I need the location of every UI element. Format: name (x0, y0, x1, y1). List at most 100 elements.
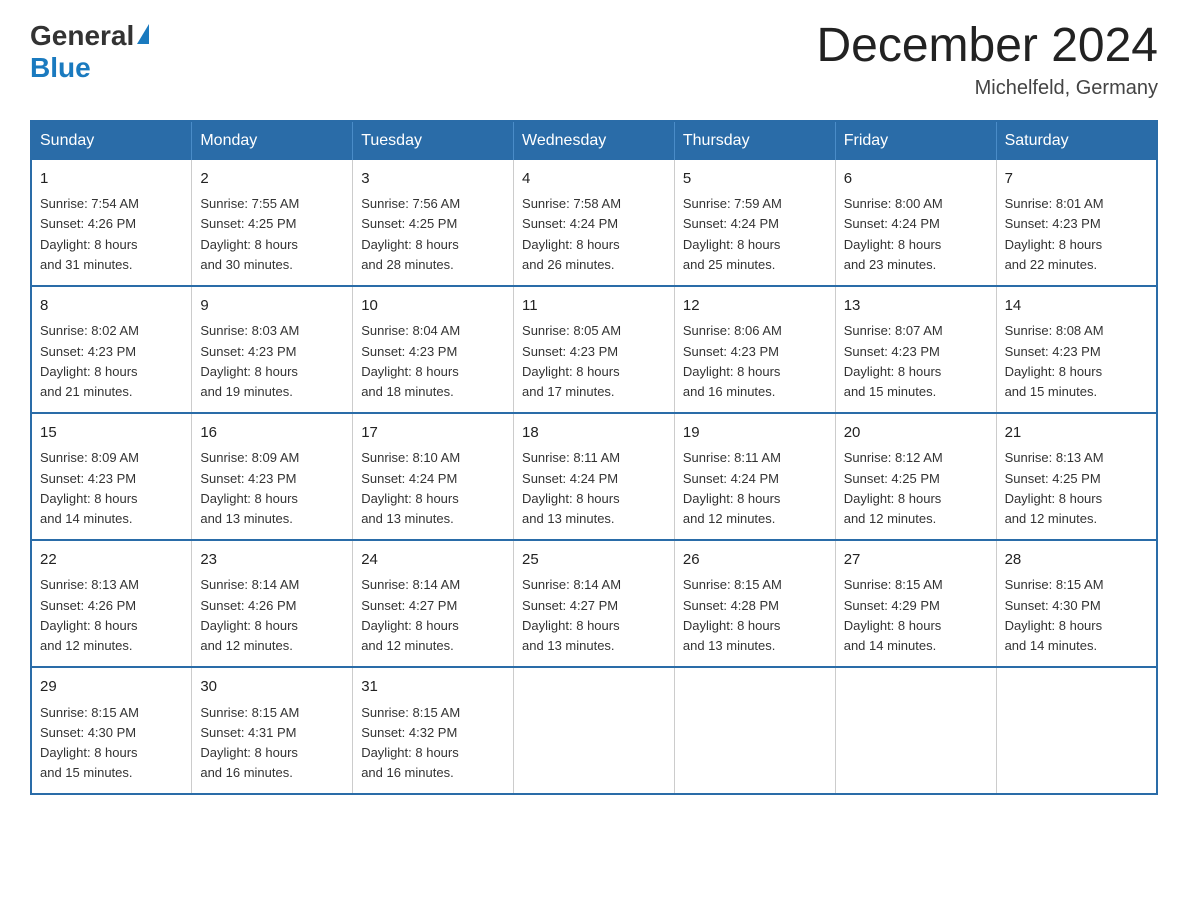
calendar-cell: 30 Sunrise: 8:15 AMSunset: 4:31 PMDaylig… (192, 667, 353, 794)
day-number: 7 (1005, 168, 1148, 191)
day-info: Sunrise: 8:15 AMSunset: 4:32 PMDaylight:… (361, 705, 460, 780)
day-info: Sunrise: 8:02 AMSunset: 4:23 PMDaylight:… (40, 323, 139, 398)
calendar-cell: 16 Sunrise: 8:09 AMSunset: 4:23 PMDaylig… (192, 413, 353, 540)
day-number: 24 (361, 549, 505, 572)
logo-general-text: General (30, 20, 134, 52)
logo: General Blue (30, 20, 149, 84)
title-area: December 2024 Michelfeld, Germany (816, 20, 1158, 100)
logo-triangle-icon (137, 24, 149, 44)
calendar-cell: 23 Sunrise: 8:14 AMSunset: 4:26 PMDaylig… (192, 540, 353, 667)
day-info: Sunrise: 8:10 AMSunset: 4:24 PMDaylight:… (361, 450, 460, 525)
day-info: Sunrise: 8:15 AMSunset: 4:30 PMDaylight:… (1005, 577, 1104, 652)
header-wednesday: Wednesday (514, 121, 675, 160)
day-number: 21 (1005, 422, 1148, 445)
calendar-week-row: 15 Sunrise: 8:09 AMSunset: 4:23 PMDaylig… (31, 413, 1157, 540)
day-number: 17 (361, 422, 505, 445)
calendar-week-row: 1 Sunrise: 7:54 AMSunset: 4:26 PMDayligh… (31, 160, 1157, 286)
page-title: December 2024 (816, 20, 1158, 73)
calendar-cell: 24 Sunrise: 8:14 AMSunset: 4:27 PMDaylig… (353, 540, 514, 667)
day-info: Sunrise: 8:09 AMSunset: 4:23 PMDaylight:… (200, 450, 299, 525)
day-number: 12 (683, 295, 827, 318)
day-info: Sunrise: 8:05 AMSunset: 4:23 PMDaylight:… (522, 323, 621, 398)
day-info: Sunrise: 8:08 AMSunset: 4:23 PMDaylight:… (1005, 323, 1104, 398)
day-info: Sunrise: 8:13 AMSunset: 4:26 PMDaylight:… (40, 577, 139, 652)
day-info: Sunrise: 8:07 AMSunset: 4:23 PMDaylight:… (844, 323, 943, 398)
day-info: Sunrise: 8:12 AMSunset: 4:25 PMDaylight:… (844, 450, 943, 525)
day-number: 6 (844, 168, 988, 191)
header-monday: Monday (192, 121, 353, 160)
calendar-cell: 14 Sunrise: 8:08 AMSunset: 4:23 PMDaylig… (996, 286, 1157, 413)
day-number: 5 (683, 168, 827, 191)
day-info: Sunrise: 7:56 AMSunset: 4:25 PMDaylight:… (361, 196, 460, 271)
day-number: 25 (522, 549, 666, 572)
calendar-cell: 25 Sunrise: 8:14 AMSunset: 4:27 PMDaylig… (514, 540, 675, 667)
day-number: 11 (522, 295, 666, 318)
day-info: Sunrise: 7:59 AMSunset: 4:24 PMDaylight:… (683, 196, 782, 271)
calendar-cell: 9 Sunrise: 8:03 AMSunset: 4:23 PMDayligh… (192, 286, 353, 413)
calendar-week-row: 8 Sunrise: 8:02 AMSunset: 4:23 PMDayligh… (31, 286, 1157, 413)
calendar-cell: 10 Sunrise: 8:04 AMSunset: 4:23 PMDaylig… (353, 286, 514, 413)
calendar-cell: 29 Sunrise: 8:15 AMSunset: 4:30 PMDaylig… (31, 667, 192, 794)
day-info: Sunrise: 8:15 AMSunset: 4:28 PMDaylight:… (683, 577, 782, 652)
calendar-cell: 18 Sunrise: 8:11 AMSunset: 4:24 PMDaylig… (514, 413, 675, 540)
calendar-cell: 5 Sunrise: 7:59 AMSunset: 4:24 PMDayligh… (674, 160, 835, 286)
day-number: 29 (40, 676, 183, 699)
day-info: Sunrise: 7:58 AMSunset: 4:24 PMDaylight:… (522, 196, 621, 271)
day-info: Sunrise: 8:04 AMSunset: 4:23 PMDaylight:… (361, 323, 460, 398)
calendar-cell: 27 Sunrise: 8:15 AMSunset: 4:29 PMDaylig… (835, 540, 996, 667)
day-number: 3 (361, 168, 505, 191)
calendar-cell: 1 Sunrise: 7:54 AMSunset: 4:26 PMDayligh… (31, 160, 192, 286)
day-number: 28 (1005, 549, 1148, 572)
calendar-cell: 22 Sunrise: 8:13 AMSunset: 4:26 PMDaylig… (31, 540, 192, 667)
calendar-cell: 12 Sunrise: 8:06 AMSunset: 4:23 PMDaylig… (674, 286, 835, 413)
header-sunday: Sunday (31, 121, 192, 160)
day-info: Sunrise: 8:11 AMSunset: 4:24 PMDaylight:… (522, 450, 620, 525)
day-info: Sunrise: 8:15 AMSunset: 4:29 PMDaylight:… (844, 577, 943, 652)
day-number: 2 (200, 168, 344, 191)
calendar-week-row: 22 Sunrise: 8:13 AMSunset: 4:26 PMDaylig… (31, 540, 1157, 667)
day-info: Sunrise: 8:15 AMSunset: 4:30 PMDaylight:… (40, 705, 139, 780)
calendar-cell: 4 Sunrise: 7:58 AMSunset: 4:24 PMDayligh… (514, 160, 675, 286)
calendar-cell: 7 Sunrise: 8:01 AMSunset: 4:23 PMDayligh… (996, 160, 1157, 286)
day-number: 1 (40, 168, 183, 191)
header-saturday: Saturday (996, 121, 1157, 160)
day-number: 31 (361, 676, 505, 699)
page-subtitle: Michelfeld, Germany (816, 77, 1158, 100)
day-number: 14 (1005, 295, 1148, 318)
day-info: Sunrise: 8:13 AMSunset: 4:25 PMDaylight:… (1005, 450, 1104, 525)
day-number: 20 (844, 422, 988, 445)
day-info: Sunrise: 7:54 AMSunset: 4:26 PMDaylight:… (40, 196, 139, 271)
day-info: Sunrise: 8:14 AMSunset: 4:27 PMDaylight:… (522, 577, 621, 652)
day-number: 8 (40, 295, 183, 318)
day-info: Sunrise: 7:55 AMSunset: 4:25 PMDaylight:… (200, 196, 299, 271)
page-header: General Blue December 2024 Michelfeld, G… (30, 20, 1158, 100)
day-number: 15 (40, 422, 183, 445)
day-number: 19 (683, 422, 827, 445)
day-number: 30 (200, 676, 344, 699)
calendar-cell: 28 Sunrise: 8:15 AMSunset: 4:30 PMDaylig… (996, 540, 1157, 667)
calendar-cell: 26 Sunrise: 8:15 AMSunset: 4:28 PMDaylig… (674, 540, 835, 667)
calendar-table: SundayMondayTuesdayWednesdayThursdayFrid… (30, 120, 1158, 795)
calendar-cell (514, 667, 675, 794)
calendar-header-row: SundayMondayTuesdayWednesdayThursdayFrid… (31, 121, 1157, 160)
calendar-cell (674, 667, 835, 794)
logo-blue-text: Blue (30, 52, 91, 83)
day-number: 9 (200, 295, 344, 318)
day-info: Sunrise: 8:14 AMSunset: 4:26 PMDaylight:… (200, 577, 299, 652)
day-number: 10 (361, 295, 505, 318)
header-friday: Friday (835, 121, 996, 160)
calendar-cell: 19 Sunrise: 8:11 AMSunset: 4:24 PMDaylig… (674, 413, 835, 540)
calendar-cell: 13 Sunrise: 8:07 AMSunset: 4:23 PMDaylig… (835, 286, 996, 413)
header-thursday: Thursday (674, 121, 835, 160)
day-info: Sunrise: 8:11 AMSunset: 4:24 PMDaylight:… (683, 450, 781, 525)
calendar-cell: 11 Sunrise: 8:05 AMSunset: 4:23 PMDaylig… (514, 286, 675, 413)
day-number: 16 (200, 422, 344, 445)
calendar-cell (996, 667, 1157, 794)
header-tuesday: Tuesday (353, 121, 514, 160)
day-number: 26 (683, 549, 827, 572)
day-info: Sunrise: 8:03 AMSunset: 4:23 PMDaylight:… (200, 323, 299, 398)
calendar-cell: 21 Sunrise: 8:13 AMSunset: 4:25 PMDaylig… (996, 413, 1157, 540)
calendar-week-row: 29 Sunrise: 8:15 AMSunset: 4:30 PMDaylig… (31, 667, 1157, 794)
day-number: 18 (522, 422, 666, 445)
calendar-cell: 3 Sunrise: 7:56 AMSunset: 4:25 PMDayligh… (353, 160, 514, 286)
